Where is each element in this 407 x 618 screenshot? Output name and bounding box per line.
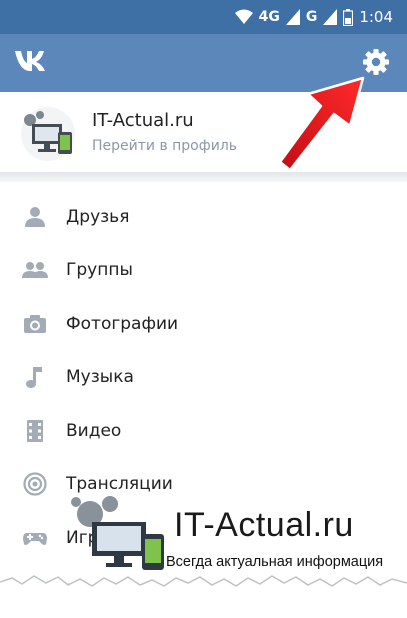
menu-item-friends[interactable]: Друзья: [0, 190, 407, 244]
avatar: [18, 106, 78, 162]
menu-item-groups[interactable]: Группы: [0, 244, 407, 298]
watermark-title: IT-Actual.ru: [174, 506, 354, 545]
broadcast-icon: [22, 471, 48, 497]
menu-label: Музыка: [66, 367, 134, 387]
watermark: IT-Actual.ru Всегда актуальная информаци…: [62, 492, 407, 580]
menu-item-video[interactable]: Видео: [0, 404, 407, 458]
annotation-arrow: [268, 76, 366, 174]
vk-logo[interactable]: [14, 48, 52, 74]
video-icon: [22, 418, 48, 444]
wifi-icon: [235, 9, 253, 25]
group-icon: [22, 257, 48, 283]
menu-label: Видео: [66, 421, 121, 441]
menu-label: Группы: [66, 260, 133, 280]
network2-label: G: [306, 9, 318, 25]
status-bar: 4G G 1:04: [0, 0, 407, 34]
battery-icon: [343, 9, 353, 26]
signal2-icon: [323, 9, 337, 25]
network-label: 4G: [259, 9, 280, 25]
menu-item-photos[interactable]: Фотографии: [0, 297, 407, 351]
profile-subtitle: Перейти в профиль: [92, 138, 237, 154]
watermark-logo-icon: [62, 492, 172, 572]
clock: 1:04: [359, 8, 393, 26]
music-icon: [22, 364, 48, 390]
menu-item-music[interactable]: Музыка: [0, 351, 407, 405]
camera-icon: [22, 311, 48, 337]
menu-label: Фотографии: [66, 314, 178, 334]
menu-label: Друзья: [66, 207, 129, 227]
gamepad-icon: [22, 525, 48, 551]
person-icon: [22, 204, 48, 230]
profile-name: IT-Actual.ru: [92, 110, 194, 131]
torn-edge: [0, 568, 407, 613]
signal-icon: [286, 9, 300, 25]
gear-icon[interactable]: [361, 47, 391, 77]
